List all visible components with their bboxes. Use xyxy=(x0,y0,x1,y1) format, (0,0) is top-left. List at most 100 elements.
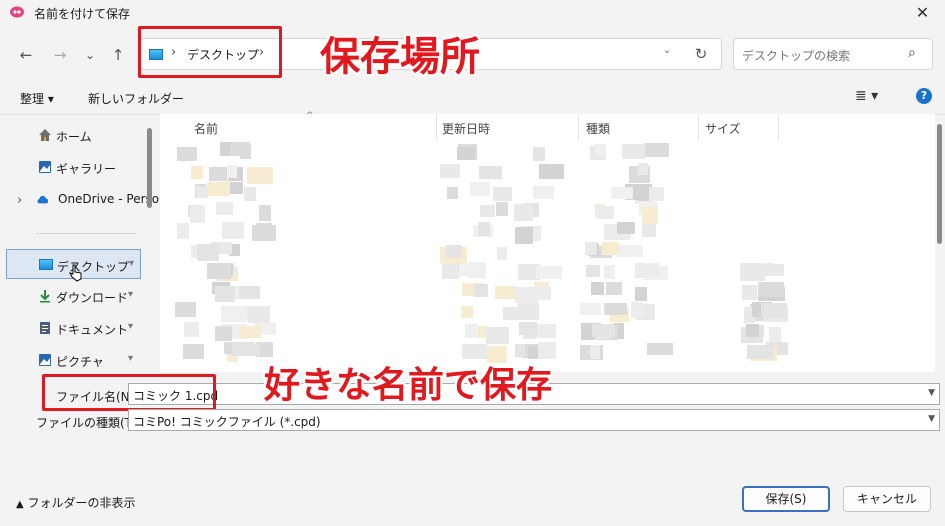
refresh-button[interactable]: ↻ xyxy=(689,42,713,66)
home-icon xyxy=(39,129,51,141)
sidebar-item-pictures[interactable]: ピクチャ ▾ xyxy=(6,345,141,375)
up-button[interactable]: ↑ xyxy=(106,43,130,67)
blur-block xyxy=(480,205,495,217)
search-input[interactable]: デスクトップの検索 xyxy=(742,47,850,64)
blur-block xyxy=(644,143,669,157)
column-separator[interactable] xyxy=(778,114,779,140)
blur-block xyxy=(635,287,647,301)
sidebar-item-downloads[interactable]: ダウンロード ▾ xyxy=(6,281,141,311)
file-list[interactable]: 名前 ^ 更新日時 種類 サイズ xyxy=(160,111,935,372)
blur-block xyxy=(592,324,615,337)
command-bar: 整理 ▾ 新しいフォルダー ≣ ▾ ? xyxy=(0,80,945,115)
filetype-select[interactable]: コミPo! コミックファイル (*.cpd) ▼ xyxy=(128,409,940,431)
blur-block xyxy=(539,164,564,179)
save-button[interactable]: 保存(S) xyxy=(742,486,830,512)
blur-block xyxy=(244,187,256,201)
back-button[interactable]: ← xyxy=(14,43,38,67)
desktop-icon xyxy=(39,259,53,270)
sidebar-scrollbar[interactable] xyxy=(147,128,152,208)
file-list-scrollbar[interactable] xyxy=(937,124,942,244)
help-icon[interactable]: ? xyxy=(916,88,932,104)
cloud-icon xyxy=(37,195,49,204)
pictures-icon xyxy=(39,354,51,366)
organize-menu[interactable]: 整理 ▾ xyxy=(20,90,54,107)
blur-block xyxy=(190,206,205,223)
cancel-button[interactable]: キャンセル xyxy=(843,486,931,512)
blur-block xyxy=(197,244,219,261)
blur-block xyxy=(175,302,196,317)
sidebar-item-documents[interactable]: ドキュメント ▾ xyxy=(6,313,141,343)
chevron-down-icon[interactable]: ⌄ xyxy=(663,45,671,56)
blur-block xyxy=(518,303,539,320)
blur-block xyxy=(533,186,554,199)
column-header-name[interactable]: 名前 xyxy=(194,120,218,137)
blur-block xyxy=(227,165,237,178)
blur-block xyxy=(761,303,787,318)
blur-block xyxy=(442,264,459,279)
blur-block xyxy=(493,187,512,201)
blur-block xyxy=(536,266,562,279)
sidebar-item-label: ダウンロード xyxy=(56,291,129,305)
blur-block xyxy=(207,263,231,279)
sidebar-item-label: ホーム xyxy=(56,130,92,144)
search-icon[interactable]: ⌕ xyxy=(908,45,916,61)
search-box[interactable]: デスクトップの検索 ⌕ xyxy=(733,38,933,70)
blur-block xyxy=(746,324,759,337)
blur-block xyxy=(474,284,488,297)
sidebar-item-gallery[interactable]: ギャラリー xyxy=(6,152,141,182)
column-header-size[interactable]: サイズ xyxy=(705,120,741,137)
blur-block xyxy=(247,167,273,184)
pin-icon: ▾ xyxy=(128,321,134,332)
blur-block xyxy=(514,204,533,221)
blur-block xyxy=(585,242,597,255)
blur-block xyxy=(248,306,270,323)
chevron-down-icon[interactable]: ▼ xyxy=(928,414,935,424)
blurred-file-rows xyxy=(160,142,930,372)
forward-button[interactable]: → xyxy=(48,43,72,67)
title-bar: 名前を付けて保存 ✕ xyxy=(0,0,945,26)
blur-block xyxy=(495,286,515,299)
blur-block xyxy=(230,142,250,156)
column-header-modified[interactable]: 更新日時 xyxy=(442,120,490,137)
blur-block xyxy=(215,286,235,302)
new-folder-button[interactable]: 新しいフォルダー xyxy=(88,90,184,107)
pin-icon: ▾ xyxy=(128,353,134,364)
blur-block xyxy=(239,326,261,338)
column-separator[interactable] xyxy=(436,114,437,140)
sidebar-item-onedrive[interactable]: OneDrive - Perso xyxy=(6,184,159,214)
sidebar-item-label: デスクトップ xyxy=(57,260,130,274)
column-separator[interactable] xyxy=(578,114,579,140)
filetype-value[interactable]: コミPo! コミックファイル (*.cpd) xyxy=(133,413,321,430)
blur-block xyxy=(249,344,260,356)
column-header-type[interactable]: 種類 xyxy=(586,120,610,137)
blur-block xyxy=(468,262,486,278)
sidebar-item-label: ドキュメント xyxy=(56,323,129,337)
sidebar-item-desktop[interactable]: デスクトップ ▾ xyxy=(6,249,141,282)
close-button[interactable]: ✕ xyxy=(900,0,945,26)
sidebar-item-home[interactable]: ホーム xyxy=(6,120,141,150)
window-title: 名前を付けて保存 xyxy=(34,7,131,21)
hide-folders-toggle[interactable]: ▲ フォルダーの非表示 xyxy=(16,494,136,511)
column-separator[interactable] xyxy=(698,114,699,140)
blur-block xyxy=(617,222,635,234)
recent-locations-button[interactable]: ⌄ xyxy=(78,43,102,67)
blur-block xyxy=(440,164,460,178)
blur-block xyxy=(216,202,233,215)
blur-block xyxy=(642,207,658,224)
blur-block xyxy=(602,242,619,255)
blur-block xyxy=(497,247,507,260)
blur-block xyxy=(642,224,656,237)
blur-block xyxy=(177,147,197,161)
blur-block xyxy=(184,322,199,337)
chevron-down-icon[interactable]: ▼ xyxy=(928,388,935,398)
blur-block xyxy=(191,166,203,179)
blur-block xyxy=(538,286,551,300)
blur-block xyxy=(183,344,204,359)
gallery-icon xyxy=(39,161,51,173)
sidebar-divider xyxy=(36,233,136,234)
blur-block xyxy=(259,205,271,221)
blur-block xyxy=(758,282,784,297)
blur-block xyxy=(478,222,490,236)
view-menu[interactable]: ≣ ▾ xyxy=(855,88,878,104)
blur-block xyxy=(590,345,600,359)
